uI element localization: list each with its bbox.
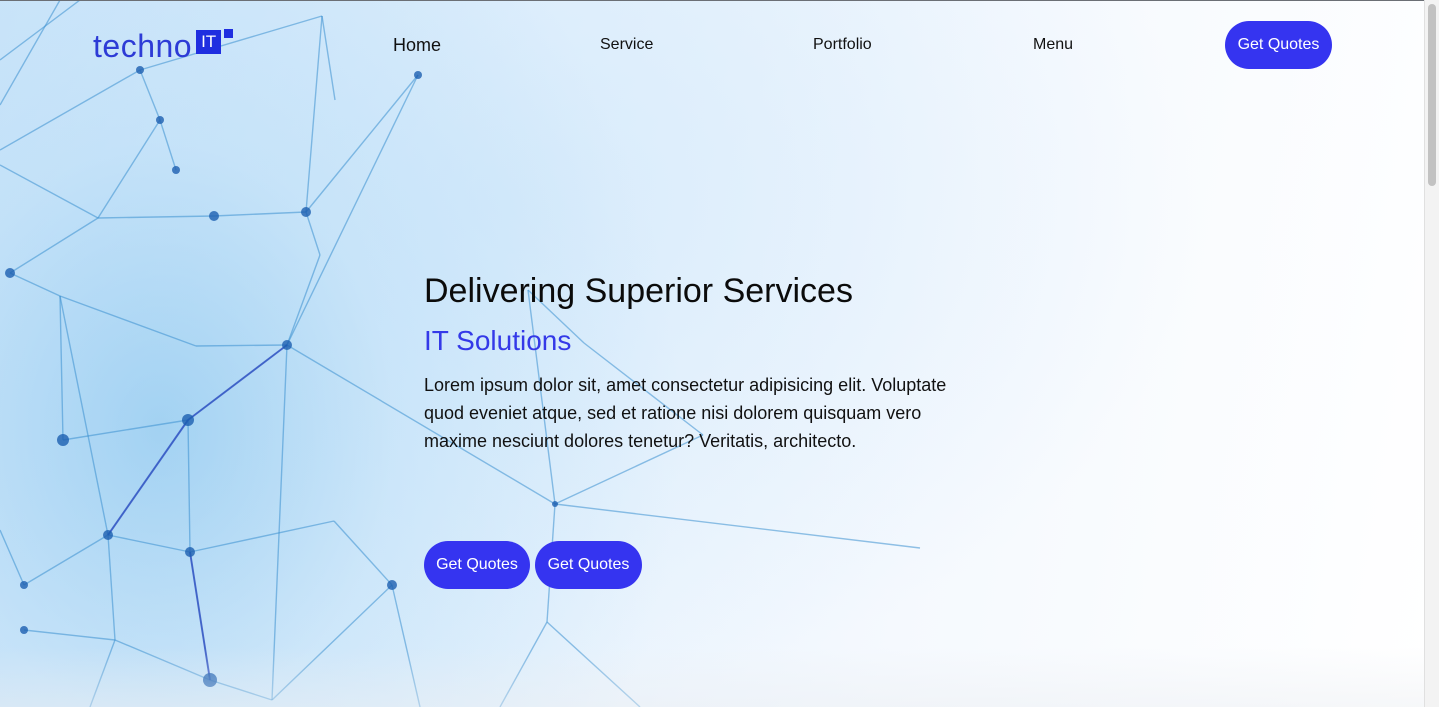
network-mesh-background-image: [0, 0, 921, 707]
window-top-border: [0, 0, 1424, 1]
header-get-quotes-button[interactable]: Get Quotes: [1225, 21, 1332, 69]
hero-bottom-fade: [0, 647, 1424, 707]
scrollbar-thumb[interactable]: [1428, 4, 1436, 186]
logo[interactable]: techno IT: [93, 26, 234, 66]
logo-text: techno: [93, 28, 193, 64]
nav-portfolio-link[interactable]: Portfolio: [813, 34, 872, 56]
nav-home-link[interactable]: Home: [393, 34, 441, 56]
hero-subtitle: IT Solutions: [424, 325, 572, 356]
hero-title: Delivering Superior Services: [424, 272, 853, 310]
logo-square-icon: [224, 29, 234, 38]
nav-menu-link[interactable]: Menu: [1033, 34, 1073, 56]
hero-get-quotes-button-2[interactable]: Get Quotes: [535, 541, 642, 589]
hero-section: [0, 0, 1424, 707]
logo-badge: IT: [196, 30, 222, 54]
hero-body-text: Lorem ipsum dolor sit, amet consectetur …: [424, 375, 947, 451]
hero-get-quotes-button-1[interactable]: Get Quotes: [424, 541, 530, 589]
page-scrollbar[interactable]: [1424, 0, 1439, 707]
nav-service-link[interactable]: Service: [600, 34, 653, 56]
